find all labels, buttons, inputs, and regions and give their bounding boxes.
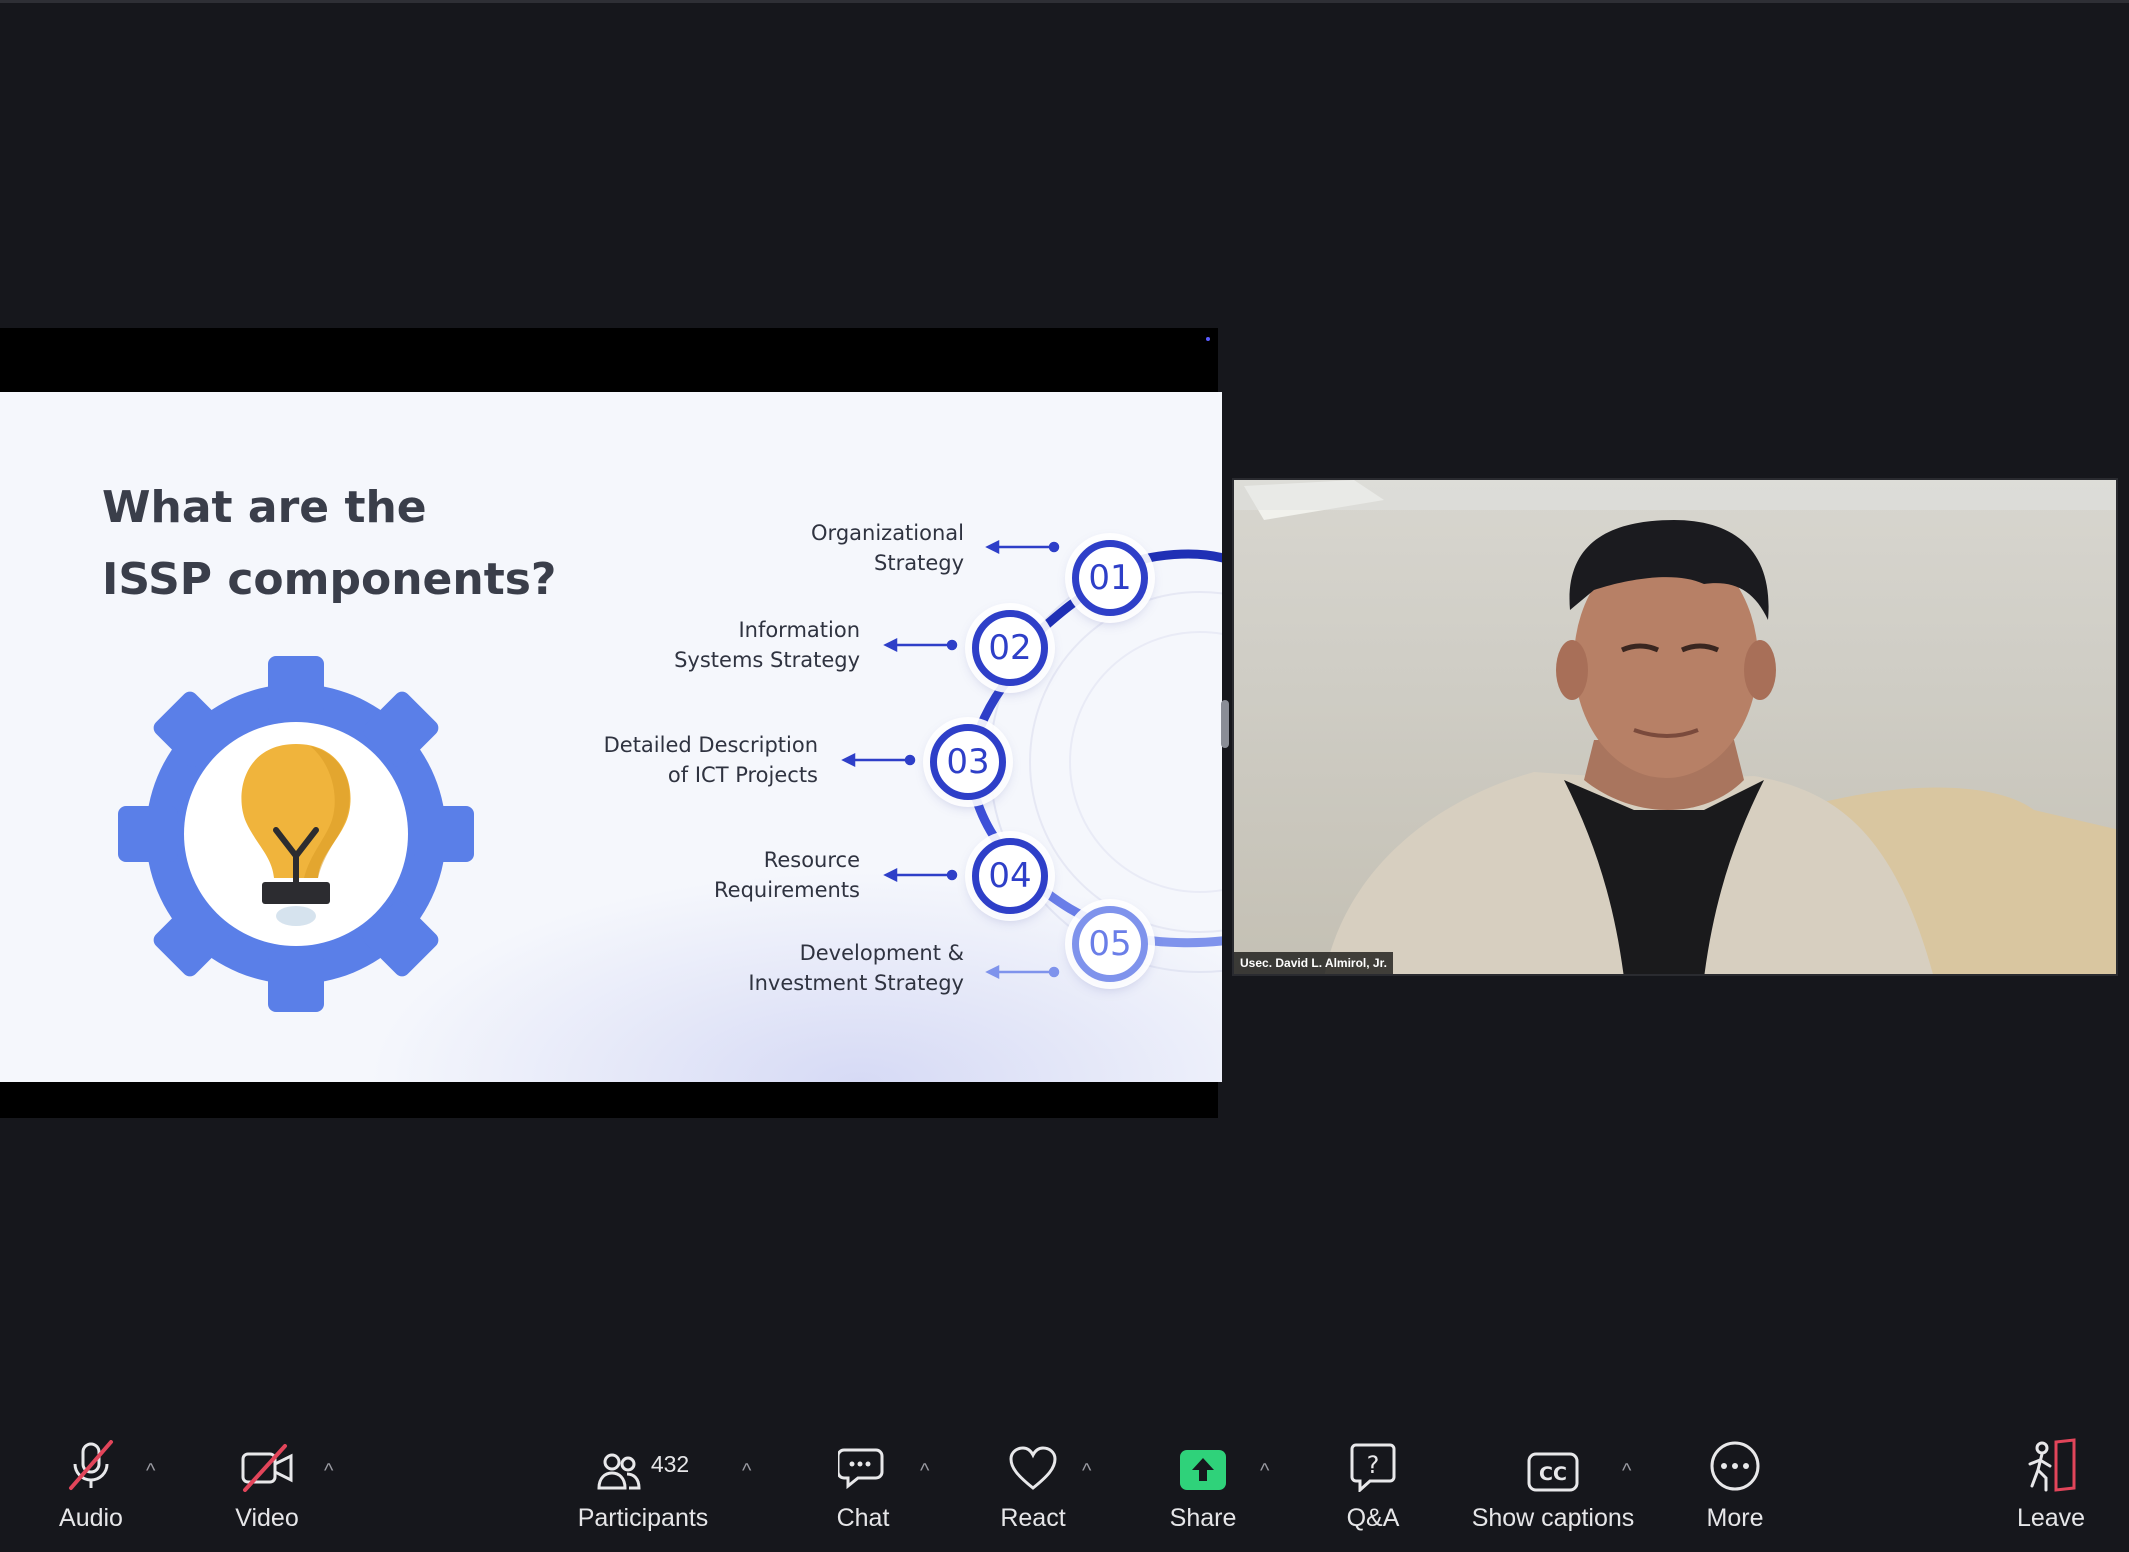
leave-button[interactable]: Leave bbox=[2006, 1420, 2096, 1552]
step-label-resource-requirements: Resource Requirements bbox=[714, 848, 860, 902]
share-options-caret[interactable]: ^ bbox=[1260, 1460, 1269, 1483]
more-options-icon bbox=[1709, 1420, 1761, 1492]
participant-name-tag: Usec. David L. Almirol, Jr. bbox=[1234, 952, 1393, 974]
captions-options-caret[interactable]: ^ bbox=[1622, 1460, 1631, 1483]
video-button[interactable]: Video bbox=[222, 1420, 312, 1552]
step-number-05: 05 bbox=[1072, 906, 1148, 982]
step-number-02: 02 bbox=[972, 610, 1048, 686]
participants-icon bbox=[597, 1453, 641, 1490]
split-view-resize-handle[interactable] bbox=[1221, 700, 1229, 748]
share-label: Share bbox=[1169, 1504, 1237, 1532]
participants-count: 432 bbox=[650, 1451, 690, 1477]
leave-door-icon bbox=[2024, 1420, 2078, 1492]
video-options-caret[interactable]: ^ bbox=[324, 1460, 333, 1483]
step-label-information-systems-strategy: Information Systems Strategy bbox=[674, 618, 860, 672]
react-label: React bbox=[1000, 1504, 1066, 1532]
audio-label: Audio bbox=[59, 1504, 123, 1532]
window-top-border bbox=[0, 0, 2129, 3]
step-number-01: 01 bbox=[1072, 540, 1148, 616]
closed-captions-icon: CC bbox=[1527, 1420, 1579, 1492]
step-label-ict-projects: Detailed Description of ICT Projects bbox=[603, 733, 818, 787]
participants-button[interactable]: 432 Participants bbox=[570, 1420, 716, 1552]
chat-label: Chat bbox=[836, 1504, 890, 1532]
video-camera-off-icon bbox=[239, 1420, 295, 1492]
react-options-caret[interactable]: ^ bbox=[1082, 1460, 1091, 1483]
share-screen-icon bbox=[1178, 1420, 1228, 1492]
step-label-development-investment: Development & Investment Strategy bbox=[748, 941, 964, 995]
chat-button[interactable]: Chat bbox=[818, 1420, 908, 1552]
show-captions-button[interactable]: CC Show captions bbox=[1468, 1420, 1638, 1552]
leave-label: Leave bbox=[2016, 1504, 2086, 1532]
participants-options-caret[interactable]: ^ bbox=[742, 1460, 751, 1483]
react-button[interactable]: React bbox=[988, 1420, 1078, 1552]
participants-label: Participants bbox=[577, 1504, 709, 1532]
show-captions-label: Show captions bbox=[1471, 1504, 1635, 1532]
video-label: Video bbox=[235, 1504, 299, 1532]
participant-video-feed bbox=[1234, 480, 2116, 974]
chat-options-caret[interactable]: ^ bbox=[920, 1460, 929, 1483]
step-label-organizational-strategy: Organizational Strategy bbox=[811, 521, 964, 575]
screen-share-area[interactable]: What are the ISSP components? Organizati… bbox=[0, 328, 1222, 1118]
more-button[interactable]: More bbox=[1690, 1420, 1780, 1552]
audio-options-caret[interactable]: ^ bbox=[146, 1460, 155, 1483]
participant-video-tile[interactable]: Usec. David L. Almirol, Jr. bbox=[1232, 478, 2118, 976]
qa-label: Q&A bbox=[1346, 1504, 1400, 1532]
share-indicator-dot bbox=[1206, 337, 1210, 341]
heart-icon bbox=[1008, 1420, 1058, 1492]
share-button[interactable]: Share bbox=[1158, 1420, 1248, 1552]
more-label: More bbox=[1706, 1504, 1764, 1532]
svg-text:CC: CC bbox=[1539, 1463, 1567, 1485]
meeting-toolbar: Audio ^ Video ^ 432 Participants ^ Chat … bbox=[0, 1420, 2129, 1552]
qa-button[interactable]: ? Q&A bbox=[1328, 1420, 1418, 1552]
audio-button[interactable]: Audio bbox=[46, 1420, 136, 1552]
microphone-muted-icon bbox=[67, 1420, 115, 1492]
step-number-04: 04 bbox=[972, 838, 1048, 914]
chat-bubbles-icon bbox=[838, 1420, 888, 1492]
step-number-03: 03 bbox=[930, 724, 1006, 800]
question-bubble-icon: ? bbox=[1350, 1420, 1396, 1492]
presentation-slide: What are the ISSP components? Organizati… bbox=[0, 392, 1222, 1082]
svg-text:?: ? bbox=[1367, 1451, 1380, 1479]
